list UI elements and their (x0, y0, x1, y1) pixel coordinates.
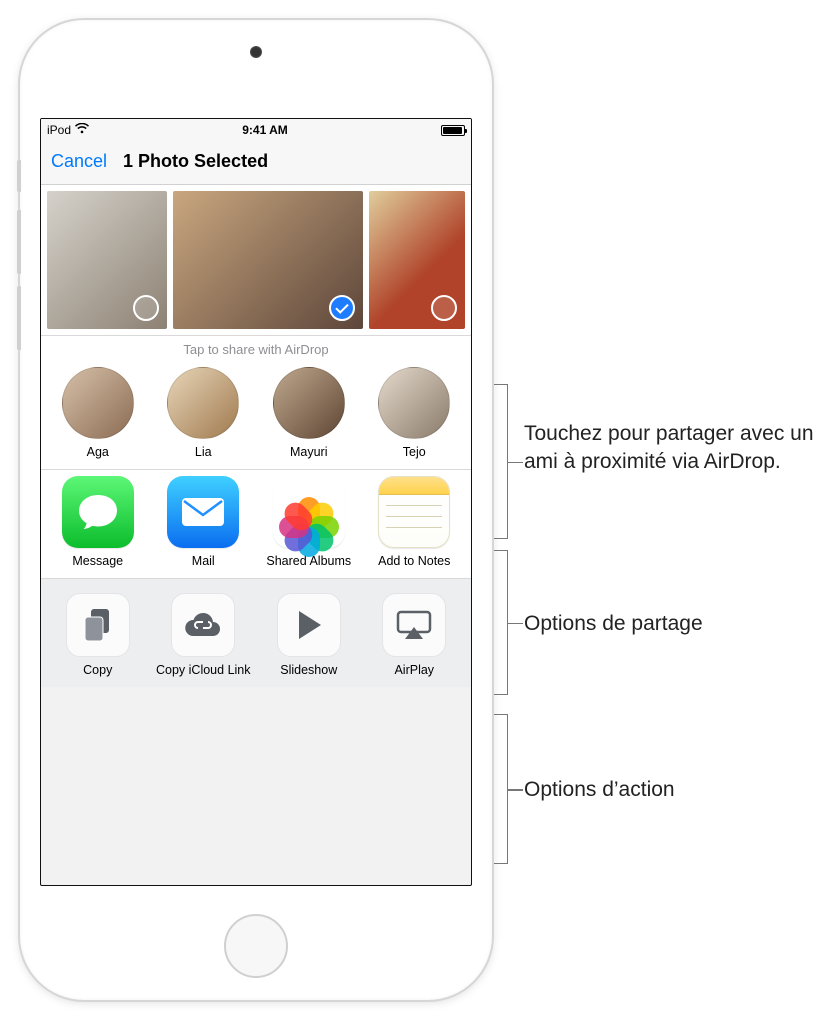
airdrop-contact[interactable]: Lia (153, 367, 253, 459)
app-label: Mail (192, 554, 215, 568)
photo-strip (41, 185, 471, 336)
action-label: Copy (83, 663, 112, 677)
airdrop-contact[interactable]: Mayuri (259, 367, 359, 459)
home-button[interactable] (224, 914, 288, 978)
battery-icon (441, 125, 465, 136)
actions-row: Copy Copy iCloud Link Slideshow AirPlay (41, 579, 471, 687)
airplay-icon (382, 593, 446, 657)
action-airplay[interactable]: AirPlay (364, 593, 464, 677)
screen: iPod 9:41 AM Cancel 1 Photo Selected Tap… (40, 118, 472, 886)
photo-thumb[interactable] (47, 191, 167, 329)
avatar-icon (273, 367, 345, 439)
mail-icon (167, 476, 239, 548)
messages-icon (62, 476, 134, 548)
checkmark-icon[interactable] (329, 295, 355, 321)
notes-icon (378, 476, 450, 548)
contact-name: Aga (87, 445, 109, 459)
airdrop-row: Aga Lia Mayuri Tejo (41, 361, 471, 470)
share-app-mail[interactable]: Mail (153, 476, 253, 568)
share-apps-row: Message Mail (41, 470, 471, 579)
action-label: Copy iCloud Link (156, 663, 251, 677)
cancel-button[interactable]: Cancel (51, 151, 107, 172)
airdrop-caption: Tap to share with AirDrop (41, 336, 471, 361)
airdrop-contact[interactable]: Tejo (364, 367, 464, 459)
photo-thumb[interactable] (369, 191, 465, 329)
share-app-message[interactable]: Message (48, 476, 148, 568)
action-copy[interactable]: Copy (48, 593, 148, 677)
status-bar: iPod 9:41 AM (41, 119, 471, 141)
select-circle-icon[interactable] (431, 295, 457, 321)
callout-bracket (494, 384, 508, 539)
photos-icon (273, 476, 345, 548)
action-copy-icloud-link[interactable]: Copy iCloud Link (153, 593, 253, 677)
wifi-icon (75, 123, 89, 137)
avatar-icon (167, 367, 239, 439)
play-icon (277, 593, 341, 657)
action-label: AirPlay (394, 663, 434, 677)
side-button (17, 160, 21, 192)
volume-up-button (17, 210, 21, 274)
callout-bracket (494, 550, 508, 695)
clock-label: 9:41 AM (89, 123, 441, 137)
contact-name: Lia (195, 445, 212, 459)
callout-share: Options de partage (524, 610, 703, 638)
avatar-icon (62, 367, 134, 439)
photo-thumb[interactable] (173, 191, 363, 329)
share-app-shared-albums[interactable]: Shared Albums (259, 476, 359, 568)
volume-down-button (17, 286, 21, 350)
airdrop-contact[interactable]: Aga (48, 367, 148, 459)
share-app-add-to-notes[interactable]: Add to Notes (364, 476, 464, 568)
app-label: Add to Notes (378, 554, 450, 568)
callout-actions: Options d’action (524, 776, 675, 804)
copy-icon (66, 593, 130, 657)
nav-title: 1 Photo Selected (123, 151, 268, 172)
cloud-link-icon (171, 593, 235, 657)
action-slideshow[interactable]: Slideshow (259, 593, 359, 677)
select-circle-icon[interactable] (133, 295, 159, 321)
carrier-label: iPod (47, 123, 71, 137)
callout-airdrop: Touchez pour partager avec un ami à prox… (524, 420, 824, 477)
contact-name: Tejo (403, 445, 426, 459)
nav-bar: Cancel 1 Photo Selected (41, 141, 471, 185)
app-label: Message (72, 554, 123, 568)
action-label: Slideshow (280, 663, 337, 677)
contact-name: Mayuri (290, 445, 328, 459)
callout-bracket (494, 714, 508, 864)
front-camera-dot (250, 46, 262, 58)
avatar-icon (378, 367, 450, 439)
device-frame: iPod 9:41 AM Cancel 1 Photo Selected Tap… (20, 20, 492, 1000)
